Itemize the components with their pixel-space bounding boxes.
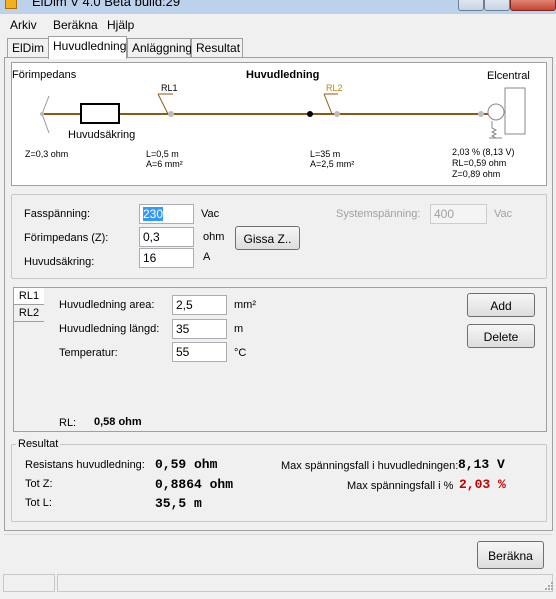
label-rl1: RL1	[161, 83, 178, 93]
systemspanning-unit: Vac	[494, 208, 513, 220]
tab-resultat[interactable]: Resultat	[191, 38, 243, 58]
rl1-node	[168, 111, 174, 117]
menu-hjalp[interactable]: Hjälp	[107, 18, 134, 32]
length-label: Huvudledning längd:	[59, 323, 160, 335]
label-rl1-area: A=6 mm²	[146, 159, 183, 169]
label-rl2: RL2	[326, 83, 343, 93]
source-tick	[41, 95, 50, 115]
label-rl1-length: L=0,5 m	[146, 149, 179, 159]
totl-value: 35,5 m	[155, 496, 202, 511]
area-unit: mm²	[234, 299, 256, 311]
source-node	[40, 112, 44, 116]
label-z: Z=0,3 ohm	[25, 149, 69, 159]
tab-anlaggning[interactable]: Anläggning	[127, 38, 192, 58]
fasspanning-label: Fasspänning:	[24, 208, 91, 220]
segment-tab-rl2[interactable]: RL2	[13, 304, 45, 322]
label-forimpedans: Förimpedans	[12, 69, 77, 81]
delete-button[interactable]: Delete	[467, 324, 535, 348]
maxfall-pct-value: 2,03 %	[459, 477, 506, 492]
systemspanning-label: Systemspänning:	[336, 208, 421, 220]
temperature-label: Temperatur:	[59, 347, 118, 359]
maxfall-v-value: 8,13 V	[458, 457, 505, 472]
app-icon	[5, 0, 17, 9]
rl1-marker-diag	[157, 93, 169, 115]
circuit-diagram: Förimpedans Huvudledning Elcentral RL1 R…	[11, 62, 547, 186]
fasspanning-input[interactable]: 230	[139, 204, 194, 224]
title-bar: ElDim V 4.0 Beta build:29	[0, 0, 556, 14]
temperature-input[interactable]: 55	[172, 342, 227, 362]
maxfall-v-label: Max spänningsfall i huvudledningen:	[281, 460, 459, 472]
junction-node	[307, 111, 313, 117]
rl-label: RL:	[59, 417, 77, 429]
status-cell-1	[3, 574, 55, 592]
label-end-z: Z=0,89 ohm	[452, 169, 501, 179]
segment-tabs: RL1 RL2	[13, 287, 45, 432]
berakna-button[interactable]: Beräkna	[477, 541, 544, 569]
resize-grip-icon[interactable]	[544, 581, 554, 591]
label-rl2-area: A=2,5 mm²	[310, 159, 355, 169]
load-spring	[489, 121, 502, 139]
source-tick-low	[41, 113, 50, 134]
length-input[interactable]: 35	[172, 319, 227, 339]
results-group-label: Resultat	[16, 438, 61, 450]
segment-tab-rl1[interactable]: RL1	[13, 287, 45, 305]
systemspanning-input[interactable]: 400	[430, 204, 487, 224]
rl2-marker-diag	[323, 93, 333, 115]
status-bar	[0, 571, 556, 593]
minimize-button[interactable]	[458, 0, 484, 11]
resistans-value: 0,59 ohm	[155, 457, 218, 472]
end-node	[478, 111, 484, 117]
label-elcentral: Elcentral	[487, 70, 530, 82]
totl-label: Tot L:	[25, 497, 52, 509]
huvudsakring-label: Huvudsäkring:	[24, 256, 95, 268]
label-rl2-length: L=35 m	[310, 149, 341, 159]
footer-divider	[4, 534, 552, 535]
segment-tabs-filler	[13, 322, 45, 432]
maxfall-pct-label: Max spänningsfall i %	[347, 480, 454, 492]
rl-value: 0,58 ohm	[94, 416, 142, 428]
add-button[interactable]: Add	[467, 293, 535, 317]
huvudsakring-input[interactable]: 16	[139, 248, 194, 268]
forimpedans-label: Förimpedans (Z):	[24, 232, 109, 244]
gissa-z-button[interactable]: Gissa Z..	[235, 226, 300, 250]
elcentral-box	[504, 87, 526, 135]
forimpedans-unit: ohm	[203, 231, 225, 243]
main-tabs: ElDim Huvudledning Anläggning Resultat	[0, 36, 556, 59]
fuse-symbol	[80, 103, 120, 124]
length-unit: m	[234, 323, 244, 335]
totz-value: 0,8864 ohm	[155, 477, 234, 492]
forimpedans-input[interactable]: 0,3	[139, 227, 194, 247]
load-circle	[487, 103, 505, 121]
diagram-title: Huvudledning	[246, 69, 320, 81]
menu-bar: Arkiv Beräkna Hjälp	[0, 15, 556, 35]
label-huvudsakring: Huvudsäkring	[68, 129, 136, 141]
totz-label: Tot Z:	[25, 478, 53, 490]
fasspanning-unit: Vac	[201, 208, 220, 220]
tab-huvudledning[interactable]: Huvudledning	[48, 36, 127, 59]
area-label: Huvudledning area:	[59, 299, 155, 311]
close-button[interactable]	[510, 0, 556, 11]
huvudsakring-unit: A	[203, 251, 211, 263]
resistans-label: Resistans huvudledning:	[25, 459, 145, 471]
label-end-rl: RL=0,59 ohm	[452, 158, 507, 168]
menu-arkiv[interactable]: Arkiv	[10, 18, 37, 32]
tab-eldim[interactable]: ElDim	[7, 38, 49, 58]
area-input[interactable]: 2,5	[172, 295, 227, 315]
rl2-node	[334, 111, 340, 117]
temperature-unit: °C	[234, 347, 247, 359]
window-title: ElDim V 4.0 Beta build:29	[32, 0, 181, 9]
maximize-button[interactable]	[484, 0, 510, 11]
status-cell-2	[57, 574, 553, 592]
menu-berakna[interactable]: Beräkna	[53, 18, 98, 32]
label-end-drop: 2,03 % (8,13 V)	[452, 147, 515, 157]
